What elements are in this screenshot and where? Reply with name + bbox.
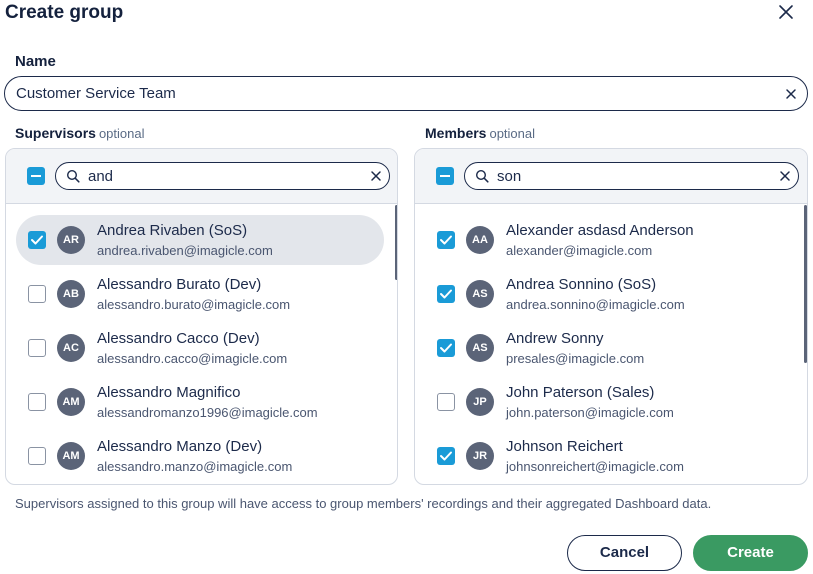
check-icon — [440, 451, 452, 461]
item-checkbox[interactable] — [28, 231, 46, 249]
supervisors-note: Supervisors assigned to this group will … — [15, 496, 712, 511]
list-item[interactable]: AA Alexander asdasd Anderson alexander@ima… — [425, 215, 793, 265]
supervisors-panel: AR Andrea Rivaben (SoS) andrea.rivaben@ima… — [5, 148, 398, 485]
check-icon — [440, 343, 452, 353]
item-email: alessandromanzo1996@imagicle.com — [97, 405, 318, 420]
item-name: Alessandro Burato (Dev) — [97, 276, 262, 293]
item-email: alessandro.burato@imagicle.com — [97, 297, 291, 312]
clear-name-icon[interactable] — [782, 85, 800, 103]
check-icon — [440, 235, 452, 245]
supervisors-panel-header — [6, 149, 397, 204]
avatar: JP — [466, 388, 494, 416]
supervisors-label: Supervisors optional — [15, 125, 144, 141]
clear-search-icon[interactable] — [369, 169, 383, 183]
item-name: John Paterson (Sales) — [506, 384, 655, 401]
item-name: Alexander asdasd Anderson — [506, 222, 694, 239]
list-item[interactable]: AR Andrea Rivaben (SoS) andrea.rivaben@ima… — [16, 215, 384, 265]
avatar: AM — [57, 388, 85, 416]
members-panel: AA Alexander asdasd Anderson alexander@ima… — [414, 148, 808, 485]
item-checkbox[interactable] — [28, 447, 46, 465]
members-scrollbar[interactable] — [804, 205, 807, 363]
item-checkbox[interactable] — [28, 393, 46, 411]
item-email: alessandro.manzo@imagicle.com — [97, 459, 293, 474]
avatar: AR — [57, 226, 85, 254]
supervisors-search — [55, 162, 390, 190]
item-name: Johnson Reichert — [506, 438, 623, 455]
check-icon — [440, 289, 452, 299]
dialog-title: Create group — [5, 2, 124, 23]
item-name: Alessandro Manzo (Dev) — [97, 438, 263, 455]
list-item[interactable]: AS Andrea Sonnino (SoS) andrea.sonnino@ima… — [425, 269, 793, 319]
create-button[interactable]: Create — [693, 535, 808, 571]
item-email: andrea.sonnino@imagicle.com — [506, 297, 685, 312]
list-item[interactable]: AC Alessandro Cacco (Dev) alessandro.cacco… — [16, 323, 384, 373]
supervisors-search-input[interactable] — [88, 163, 348, 189]
item-name: Alessandro Cacco (Dev) — [97, 330, 260, 347]
name-input[interactable] — [16, 77, 766, 110]
avatar: AM — [57, 442, 85, 470]
members-optional: optional — [489, 126, 536, 141]
item-email: andrea.rivaben@imagicle.com — [97, 243, 273, 258]
item-name: Andrea Rivaben (SoS) — [97, 222, 248, 239]
item-name: Andrew Sonny — [506, 330, 604, 347]
check-icon — [31, 235, 43, 245]
item-name: Andrea Sonnino (SoS) — [506, 276, 657, 293]
list-item[interactable]: AS Andrew Sonny presales@imagicle.com — [425, 323, 793, 373]
item-email: presales@imagicle.com — [506, 351, 645, 366]
item-checkbox[interactable] — [28, 339, 46, 357]
item-email: alexander@imagicle.com — [506, 243, 653, 258]
avatar: AA — [466, 226, 494, 254]
members-label: Members optional — [425, 125, 535, 141]
avatar: AB — [57, 280, 85, 308]
avatar: JR — [466, 442, 494, 470]
list-item[interactable]: AB Alessandro Burato (Dev) alessandro.bura… — [16, 269, 384, 319]
avatar: AS — [466, 334, 494, 362]
clear-search-icon[interactable] — [778, 169, 792, 183]
members-search — [464, 162, 799, 190]
list-item[interactable]: AM Alessandro Manzo (Dev) alessandro.manzo… — [16, 431, 384, 481]
avatar: AS — [466, 280, 494, 308]
supervisors-select-all-checkbox[interactable] — [27, 167, 45, 185]
item-email: johnsonreichert@imagicle.com — [506, 459, 684, 474]
avatar: AC — [57, 334, 85, 362]
list-item[interactable]: AM Alessandro Magnifico alessandromanzo199… — [16, 377, 384, 427]
members-search-input[interactable] — [497, 163, 757, 189]
list-item[interactable]: JR Johnson Reichert johnsonreichert@imagic… — [425, 431, 793, 481]
name-field-container — [4, 76, 808, 111]
supervisors-scrollbar[interactable] — [395, 205, 397, 280]
search-icon — [66, 169, 80, 183]
item-email: alessandro.cacco@imagicle.com — [97, 351, 288, 366]
close-icon[interactable] — [774, 0, 798, 24]
item-checkbox[interactable] — [437, 339, 455, 357]
item-email: john.paterson@imagicle.com — [506, 405, 674, 420]
members-select-all-checkbox[interactable] — [436, 167, 454, 185]
cancel-button[interactable]: Cancel — [567, 535, 682, 571]
list-item[interactable]: JP John Paterson (Sales) john.paterson@ima… — [425, 377, 793, 427]
supervisors-optional: optional — [98, 126, 145, 141]
item-checkbox[interactable] — [437, 447, 455, 465]
item-name: Alessandro Magnifico — [97, 384, 241, 401]
item-checkbox[interactable] — [437, 231, 455, 249]
item-checkbox[interactable] — [437, 285, 455, 303]
members-label-text: Members — [425, 125, 487, 141]
search-icon — [475, 169, 489, 183]
item-checkbox[interactable] — [437, 393, 455, 411]
name-label: Name — [15, 53, 56, 70]
supervisors-label-text: Supervisors — [15, 125, 96, 141]
members-panel-header — [415, 149, 807, 204]
item-checkbox[interactable] — [28, 285, 46, 303]
